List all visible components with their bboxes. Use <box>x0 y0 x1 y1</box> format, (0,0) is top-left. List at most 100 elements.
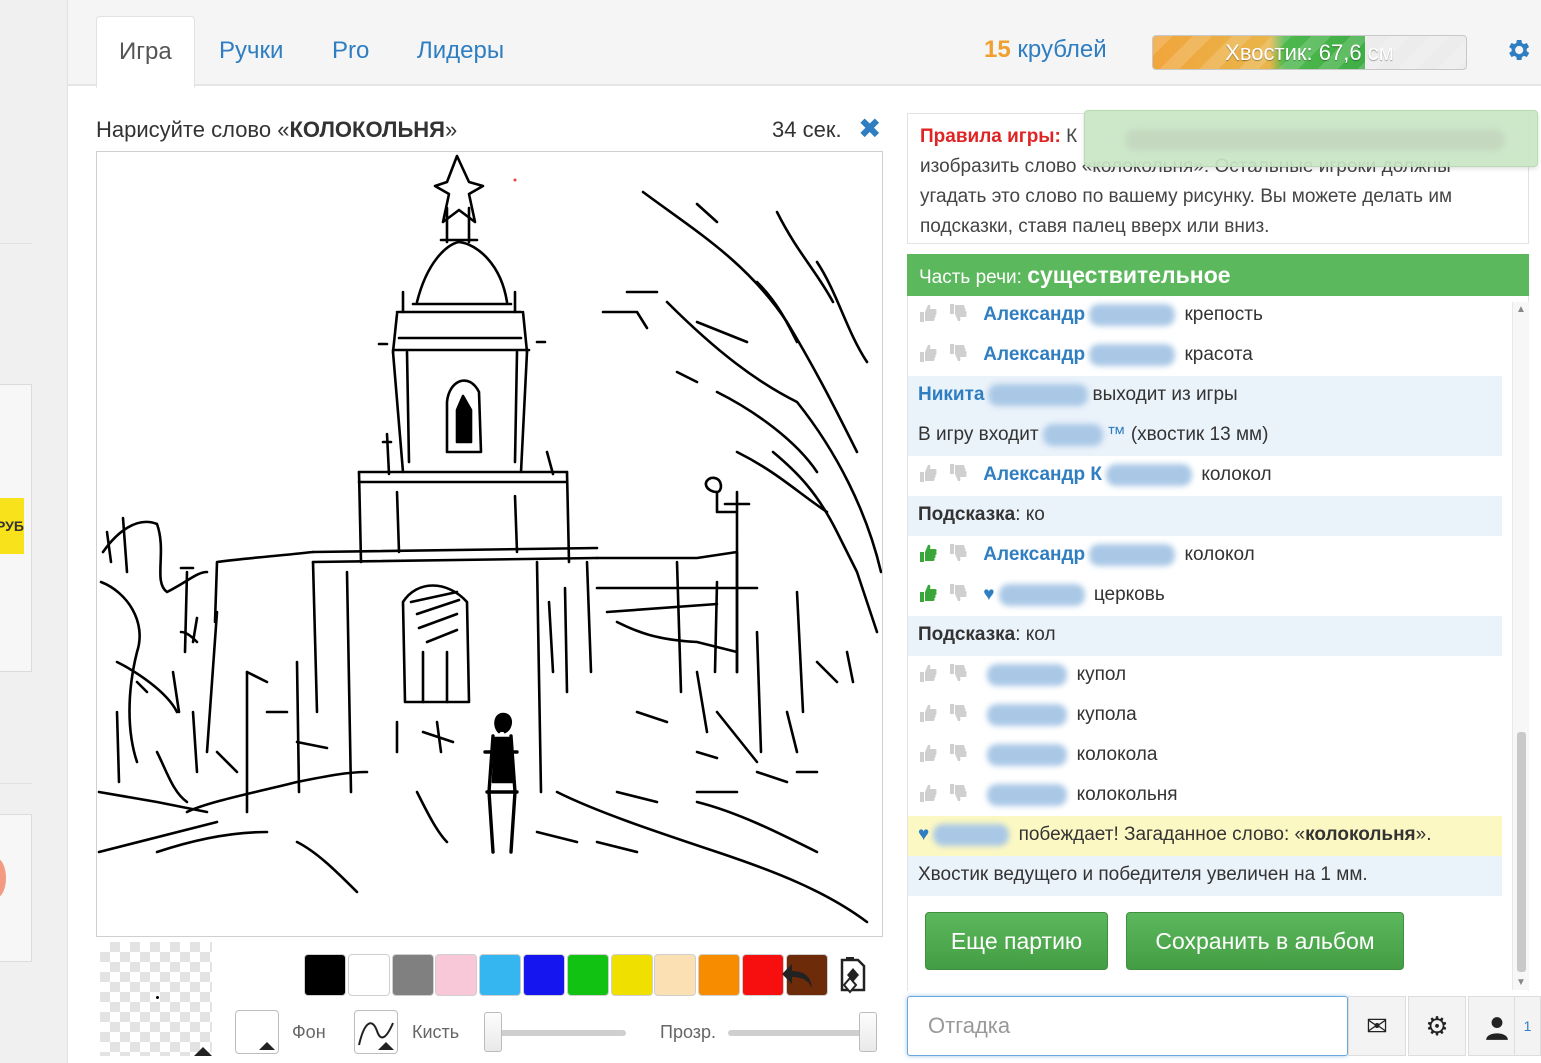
vote-icons[interactable] <box>918 342 944 364</box>
color-swatch[interactable] <box>566 954 609 996</box>
hint-text: : ко <box>1015 504 1045 525</box>
blurred-name <box>933 823 1010 846</box>
guess-input[interactable] <box>907 996 1348 1056</box>
brush-preview[interactable] <box>100 942 212 1056</box>
color-swatch[interactable] <box>523 954 565 996</box>
rules-line: подсказки, ставя палец вверх или вниз. <box>920 216 1270 237</box>
chat-username[interactable]: ♥ <box>918 824 929 845</box>
vote-icons[interactable] <box>918 462 944 484</box>
clear-canvas-icon[interactable] <box>836 954 870 994</box>
notification-toast[interactable] <box>1084 110 1538 167</box>
chat-guess-text: крепость <box>1184 304 1263 325</box>
vote-icons[interactable] <box>918 782 944 804</box>
chevron-up-icon[interactable]: ▲ <box>1516 304 1526 315</box>
thumbs-down-icon[interactable] <box>948 742 974 764</box>
brush-size-slider[interactable] <box>486 1030 626 1036</box>
thumbs-down-icon[interactable] <box>948 582 974 604</box>
color-swatch[interactable] <box>479 954 522 996</box>
tab-pro[interactable]: Pro <box>310 16 391 88</box>
close-icon[interactable]: ✖ <box>858 115 881 143</box>
game-app: Игра Ручки Pro Лидеры 15 крублей Хвостик… <box>68 0 1541 1063</box>
more-button[interactable]: 1 <box>1514 996 1541 1056</box>
sidebar-panel <box>0 814 32 962</box>
chat-system-message: Никита выходит из игры <box>908 376 1502 416</box>
opacity-slider[interactable] <box>728 1030 868 1036</box>
color-swatch[interactable] <box>654 954 697 996</box>
color-swatch[interactable] <box>347 954 390 996</box>
tab-pens[interactable]: Ручки <box>197 16 305 88</box>
vote-icons[interactable] <box>918 742 944 764</box>
left-sidebar: РУБ <box>0 0 68 1063</box>
save-to-album-button[interactable]: Сохранить в альбом <box>1126 912 1404 970</box>
chat-guess: Александр колокол <box>908 536 1502 576</box>
tab-label: Лидеры <box>417 37 505 64</box>
tab-leaders[interactable]: Лидеры <box>395 16 526 88</box>
chat-system-text: выходит из игры <box>1092 384 1238 405</box>
part-of-speech-label: Часть речи: <box>919 267 1022 288</box>
scroll-thumb[interactable] <box>1517 732 1526 972</box>
thumbs-down-icon[interactable] <box>948 702 974 724</box>
chat-username[interactable]: Никита <box>918 384 984 405</box>
tab-label: Ручки <box>219 37 284 64</box>
win-text-after: ». <box>1415 824 1432 845</box>
opacity-label: Прозр. <box>660 1022 717 1042</box>
prompt-suffix: » <box>444 117 458 142</box>
chat-username[interactable]: ♥ <box>983 584 994 605</box>
opacity-handle[interactable] <box>859 1012 877 1052</box>
chat-scrollbar[interactable]: ▲ ▼ <box>1512 302 1529 990</box>
color-swatch[interactable] <box>304 954 346 996</box>
rules-line: угадать это слово по вашему рисунку. Вы … <box>920 186 1453 207</box>
color-swatch[interactable] <box>435 954 478 996</box>
tail-progress-bar[interactable]: Хвостик: 67,6 см <box>1152 35 1467 70</box>
coins-balance[interactable]: 15 крублей <box>984 36 1107 64</box>
chat-guess: ♥ церковь <box>908 576 1502 616</box>
chat-system-text: Хвостик ведущего и победителя увеличен н… <box>918 864 1368 885</box>
round-timer: 34 сек. <box>772 117 842 142</box>
color-swatch[interactable] <box>391 954 434 996</box>
part-of-speech-value: существительное <box>1027 262 1231 288</box>
brush-size-handle[interactable] <box>484 1012 502 1052</box>
chat-guess-text: купола <box>1076 704 1137 725</box>
tab-label: Pro <box>332 37 370 64</box>
chat-username[interactable]: Александр <box>983 344 1085 365</box>
rules-line1-tail: К <box>1066 126 1078 147</box>
vote-icons[interactable] <box>918 302 944 324</box>
vote-icons[interactable] <box>918 582 944 604</box>
chat-username[interactable]: Александр К <box>983 464 1102 485</box>
win-word: колокольня <box>1305 824 1416 845</box>
vote-icons[interactable] <box>918 542 944 564</box>
vote-icons[interactable] <box>918 702 944 724</box>
thumbs-down-icon[interactable] <box>948 782 974 804</box>
tab-game[interactable]: Игра <box>96 16 195 88</box>
color-swatch[interactable] <box>698 954 741 996</box>
color-swatch[interactable] <box>610 954 653 996</box>
drawing-canvas[interactable] <box>96 151 883 937</box>
vote-icons[interactable] <box>918 662 944 684</box>
undo-icon[interactable] <box>778 956 816 994</box>
chat-guess-text: колокола <box>1076 744 1158 765</box>
chat-system-message: В игру входит ™ (хвостик 13 мм) <box>908 416 1502 456</box>
toast-blurred-text <box>1125 129 1505 151</box>
thumbs-down-icon[interactable] <box>948 342 974 364</box>
thumbs-down-icon[interactable] <box>948 542 974 564</box>
thumbs-down-icon[interactable] <box>948 662 974 684</box>
chat-username[interactable]: Александр <box>983 544 1085 565</box>
blurred-name <box>1089 303 1176 326</box>
chevron-down-icon[interactable]: ▼ <box>1516 977 1526 988</box>
envelope-icon[interactable]: ✉ <box>1348 996 1406 1056</box>
chat-username[interactable]: Александр <box>983 304 1085 325</box>
thumbs-down-icon[interactable] <box>948 302 974 324</box>
gear-icon[interactable] <box>1504 36 1532 64</box>
win-text-before: побеждает! Загаданное слово: « <box>1018 824 1306 845</box>
prompt-word: КОЛОКОЛЬНЯ <box>289 117 445 142</box>
chat-hint: Подсказка: кол <box>908 616 1502 656</box>
new-round-button[interactable]: Еще партию <box>925 912 1108 970</box>
chat-log[interactable]: Александр крепость Александр красота Ники… <box>907 296 1529 991</box>
gear-icon[interactable]: ⚙ <box>1408 996 1466 1056</box>
part-of-speech-bar: Часть речи: существительное <box>907 254 1529 296</box>
brush-picker-button[interactable] <box>354 1010 398 1054</box>
thumbs-down-icon[interactable] <box>948 462 974 484</box>
blurred-name <box>988 383 1089 406</box>
background-picker-button[interactable] <box>235 1010 279 1054</box>
chat-guess-text: купол <box>1076 664 1127 685</box>
